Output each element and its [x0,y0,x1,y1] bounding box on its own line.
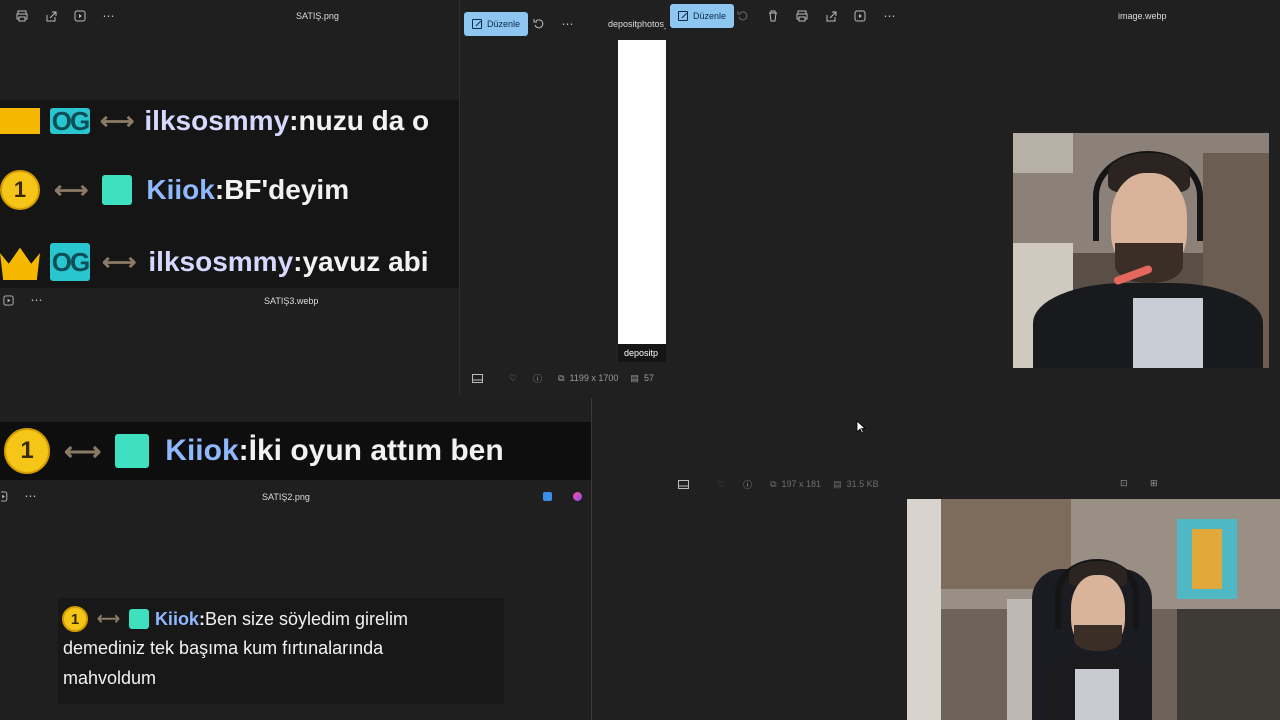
more-icon[interactable]: ⋯ [16,484,45,508]
edit-icon [472,19,482,29]
subscriber-badge: 1 [62,606,88,632]
chat-line-kiiok: 1 ⟷ Kiiok : İki oyun attım ben [4,428,504,474]
chat-username: Kiiok [146,174,215,205]
og-badge: OG [50,243,90,281]
deposit-image [618,40,666,344]
deposit-window: Düzenle ⋯ depositphotos_2 depositp ♡ ⓘ ⧉… [459,0,666,396]
app-icon-blue[interactable] [543,492,552,501]
chat-line-kiiok: 1 ⟷ Kiiok : BF'deyim [0,168,349,212]
chat-message: Ben size söyledim girelim [204,608,409,629]
slideshow-icon[interactable] [845,0,874,32]
more-icon[interactable]: ⋯ [553,8,582,40]
chat-username: ilksosmmy [148,246,294,277]
more-icon[interactable]: ⋯ [22,288,51,312]
subscriber-badge: 1 [4,428,50,474]
dumbbell-icon: ⟷ [64,435,102,466]
chat-line-partial: OG ⟷ ilksosmmy : nuzu da o [0,105,430,136]
window-divider [591,398,592,720]
gift-icon [102,175,133,205]
chat-message-cont: mahvoldum [63,668,157,688]
filesize-icon: ▤ [833,478,842,489]
heart-icon[interactable]: ♡ [717,479,725,490]
delete-icon[interactable] [758,0,787,32]
watermark: depositp [618,344,666,362]
image-statusbar: ♡ ⓘ ⧉ 197 x 181 ▤ 31.5 KB ⊡ ⊞ [678,468,1278,500]
chat-image-satis: OG ⟷ ilksosmmy : nuzu da o 1 ⟷ Kiiok : B… [0,100,460,288]
satis2-toolbar: ⋯ SATIŞ2.png [0,484,592,508]
info-icon[interactable]: ⓘ [743,478,752,491]
fit-icon[interactable]: ⊡ [1120,478,1128,489]
dumbbell-icon: ⟷ [100,107,135,135]
window-title: SATIŞ2.png [262,492,310,502]
filesize-icon: ▤ [630,372,639,383]
chat-message: nuzu da o [298,105,430,136]
cursor-icon [856,420,867,439]
crown-badge [0,108,40,134]
slideshow-icon[interactable] [65,0,94,32]
filesize-label: ▤ 57 [630,372,654,384]
dimensions-icon: ⧉ [770,478,777,489]
dimensions-icon: ⧉ [558,372,565,383]
satis-toolbar: ⋯ SATIŞ.png [0,0,460,32]
chat-message: yavuz abi [302,246,429,277]
dumbbell-icon: ⟷ [102,248,137,276]
chat-message-cont: demediniz tek başıma kum fırtınalarında [63,638,384,658]
satis-window: ⋯ SATIŞ.png OG ⟷ ilksosmmy : nuzu da o 1… [0,0,460,292]
chat-username: ilksosmmy [144,105,290,136]
chat-line-kiiok: 1 ⟷ Kiiok : Ben size söyledim girelim [62,606,408,632]
subscriber-badge: 1 [0,170,40,210]
more-icon[interactable]: ⋯ [94,0,123,32]
edit-button[interactable]: Düzenle [464,12,529,36]
filmstrip-icon[interactable] [472,373,483,383]
share-icon[interactable] [36,0,65,32]
edit-button[interactable]: Düzenle [670,4,735,28]
crop-icon[interactable]: ⊞ [1150,478,1158,489]
gift-icon [128,609,149,629]
more-icon[interactable]: ⋯ [875,0,904,32]
app-icon-copilot[interactable] [573,492,582,501]
chat-line-ilksosmmy: OG ⟷ ilksosmmy : yavuz abi [0,240,429,284]
info-icon[interactable]: ⓘ [533,372,542,385]
print-icon[interactable] [7,0,36,32]
edit-icon [678,11,688,21]
window-title: SATIŞ3.webp [264,296,319,306]
window-title: SATIŞ.png [296,11,339,21]
filmstrip-icon[interactable] [678,479,689,489]
webcam-feed [907,499,1280,720]
slideshow-icon[interactable] [0,288,16,312]
dimensions-label: ⧉ 1199 x 1700 [558,372,619,384]
dumbbell-icon: ⟷ [54,176,89,204]
chat-message: BF'deyim [224,174,350,205]
window-title: image.webp [1118,11,1167,21]
rotate-icon[interactable] [728,0,757,32]
print-icon[interactable] [787,0,816,32]
satis2-window: ⋯ SATIŞ2.png 1 ⟷ Kiiok : Ben size söyled… [0,484,592,720]
deposit-statusbar: ♡ ⓘ ⧉ 1199 x 1700 ▤ 57 [472,362,666,394]
image-window: Düzenle ⋯ image.webp ♡ ⓘ ⧉ 197 x 181 ▤ 3… [666,0,1280,500]
dumbbell-icon: ⟷ [97,611,120,628]
chat-username: Kiiok [154,608,199,629]
share-icon[interactable] [816,0,845,32]
slideshow-icon[interactable] [0,484,10,508]
rotate-icon[interactable] [524,8,553,40]
filesize-label: ▤ 31.5 KB [833,478,879,490]
image-toolbar: Düzenle ⋯ image.webp [666,0,1280,32]
heart-icon[interactable]: ♡ [509,373,517,384]
chat-username: Kiiok [165,434,239,467]
chat-image-satis2: 1 ⟷ Kiiok : Ben size söyledim girelim de… [58,598,504,704]
displayed-image [1013,133,1269,368]
chat-message: İki oyun attım ben [248,434,504,467]
og-badge: OG [50,105,90,136]
crown-badge [0,247,40,280]
chat-image-satis3: 1 ⟷ Kiiok : İki oyun attım ben [0,422,592,480]
window-title: depositphotos_2 [608,19,666,29]
dimensions-label: ⧉ 197 x 181 [770,478,822,490]
gift-icon [115,434,150,468]
